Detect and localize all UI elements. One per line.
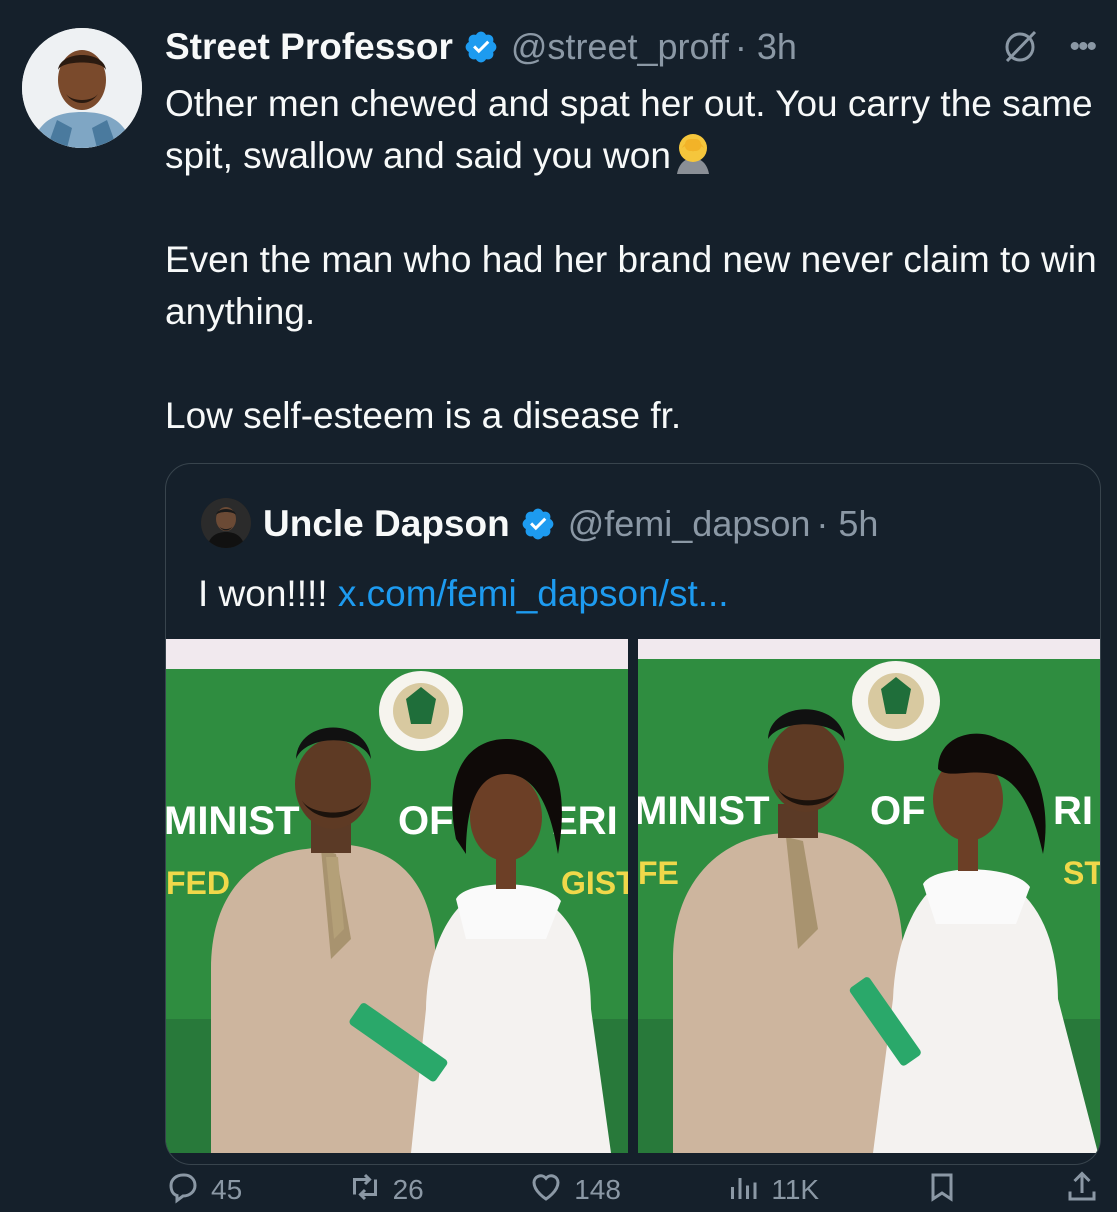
repost-count: 26	[392, 1174, 424, 1205]
banner-text: FE	[638, 855, 679, 891]
header-actions: •••	[1001, 24, 1097, 70]
quoted-tweet-time: · 5h	[816, 503, 879, 544]
facepalm-emoji	[671, 130, 715, 174]
tweet-time[interactable]: · 3h	[735, 26, 797, 68]
banner-text: OF	[870, 789, 926, 833]
share-icon	[1064, 1169, 1100, 1212]
like-icon	[528, 1169, 564, 1212]
banner-text: MINIST	[166, 799, 300, 843]
verified-badge-icon	[520, 506, 556, 542]
quoted-link[interactable]: x.com/femi_dapson/st...	[338, 573, 729, 614]
quoted-author-handle[interactable]: @femi_dapson	[568, 503, 811, 545]
bookmark-button[interactable]	[924, 1170, 960, 1210]
views-count: 11K	[771, 1174, 820, 1205]
quoted-tweet-text: I won!!!! x.com/femi_dapson/st...	[198, 568, 729, 620]
views-button[interactable]: 11K	[725, 1170, 819, 1210]
reply-count: 45	[211, 1174, 243, 1205]
repost-icon	[347, 1169, 383, 1212]
quoted-text: I won!!!!	[198, 573, 338, 614]
bookmark-icon	[924, 1169, 960, 1212]
banner-text: GIST	[561, 865, 628, 901]
grok-icon[interactable]	[1001, 28, 1039, 66]
wedding-photo-1[interactable]: MINIST OF ERI FED GIST	[166, 639, 628, 1153]
banner-text: MINIST	[638, 789, 770, 833]
share-button[interactable]	[1064, 1170, 1100, 1210]
reply-button[interactable]: 45	[165, 1170, 242, 1210]
like-count: 148	[574, 1174, 621, 1205]
banner-text: FED	[166, 865, 230, 901]
tweet-header: Street Professor @street_proff · 3h •••	[165, 24, 1097, 70]
banner-text: RI	[1053, 789, 1093, 833]
wedding-photo-2[interactable]: MINIST OF RI FE ST	[638, 639, 1100, 1153]
tweet-body: Other men chewed and spat her out. You c…	[165, 78, 1100, 442]
quoted-tweet[interactable]: Uncle Dapson @femi_dapson · 5h I won!!!!…	[165, 463, 1101, 1165]
quoted-author-avatar[interactable]	[201, 498, 251, 548]
more-icon[interactable]: •••	[1069, 32, 1096, 62]
tweet-text-line-3: Low self-esteem is a disease fr.	[165, 395, 682, 436]
like-button[interactable]: 148	[528, 1170, 621, 1210]
photo-grid: MINIST OF ERI FED GIST	[166, 639, 1100, 1153]
author-name[interactable]: Street Professor	[165, 26, 453, 68]
author-avatar[interactable]	[22, 28, 142, 148]
quoted-author-name[interactable]: Uncle Dapson	[263, 503, 510, 545]
verified-badge-icon	[463, 29, 499, 65]
tweet-action-bar: 45 26 148 11K	[165, 1170, 1100, 1210]
reply-icon	[165, 1169, 201, 1212]
tweet-text-line-2: Even the man who had her brand new never…	[165, 239, 1107, 332]
author-handle[interactable]: @street_proff	[511, 26, 729, 68]
repost-button[interactable]: 26	[347, 1170, 424, 1210]
quoted-tweet-header: Uncle Dapson @femi_dapson · 5h	[263, 500, 878, 548]
tweet-text-line-1: Other men chewed and spat her out. You c…	[165, 83, 1103, 176]
views-icon	[725, 1169, 761, 1212]
banner-text: OF	[398, 799, 454, 843]
banner-text: ST	[1063, 855, 1100, 891]
